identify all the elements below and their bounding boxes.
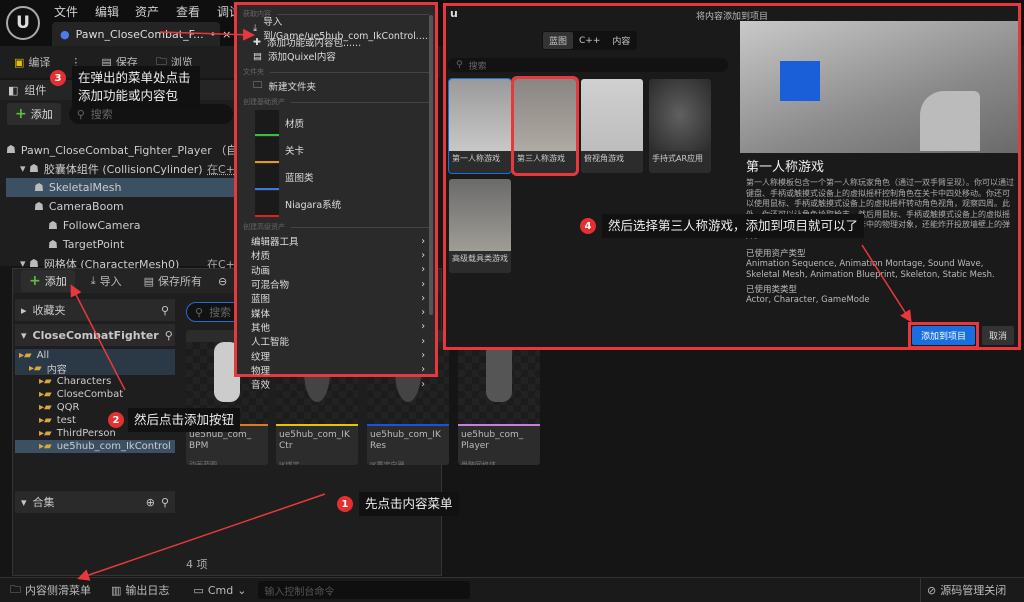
step-badge: 2 xyxy=(108,412,124,428)
callout-text: 先点击内容菜单 xyxy=(359,492,459,516)
callout-4: 4 然后选择第三人称游戏，添加到项目就可以了 xyxy=(580,214,865,238)
callout-1: 1 先点击内容菜单 xyxy=(337,492,459,516)
arrow-to-add-feature xyxy=(159,28,255,41)
arrow-to-content-drawer xyxy=(77,493,326,581)
step-badge: 4 xyxy=(580,218,596,234)
step-badge: 1 xyxy=(337,496,353,512)
arrow-to-add-button xyxy=(70,284,126,391)
callout-text: 然后点击添加按钮 xyxy=(128,408,241,432)
callout-2: 2 然后点击添加按钮 xyxy=(108,408,241,432)
step-badge: 3 xyxy=(50,70,66,86)
arrow-to-add-project xyxy=(861,244,912,323)
callout-text: 然后选择第三人称游戏，添加到项目就可以了 xyxy=(602,214,865,238)
callout-3: 3 在弹出的菜单处点击添加功能或内容包 xyxy=(50,66,200,108)
callout-text: 在弹出的菜单处点击添加功能或内容包 xyxy=(72,66,200,108)
